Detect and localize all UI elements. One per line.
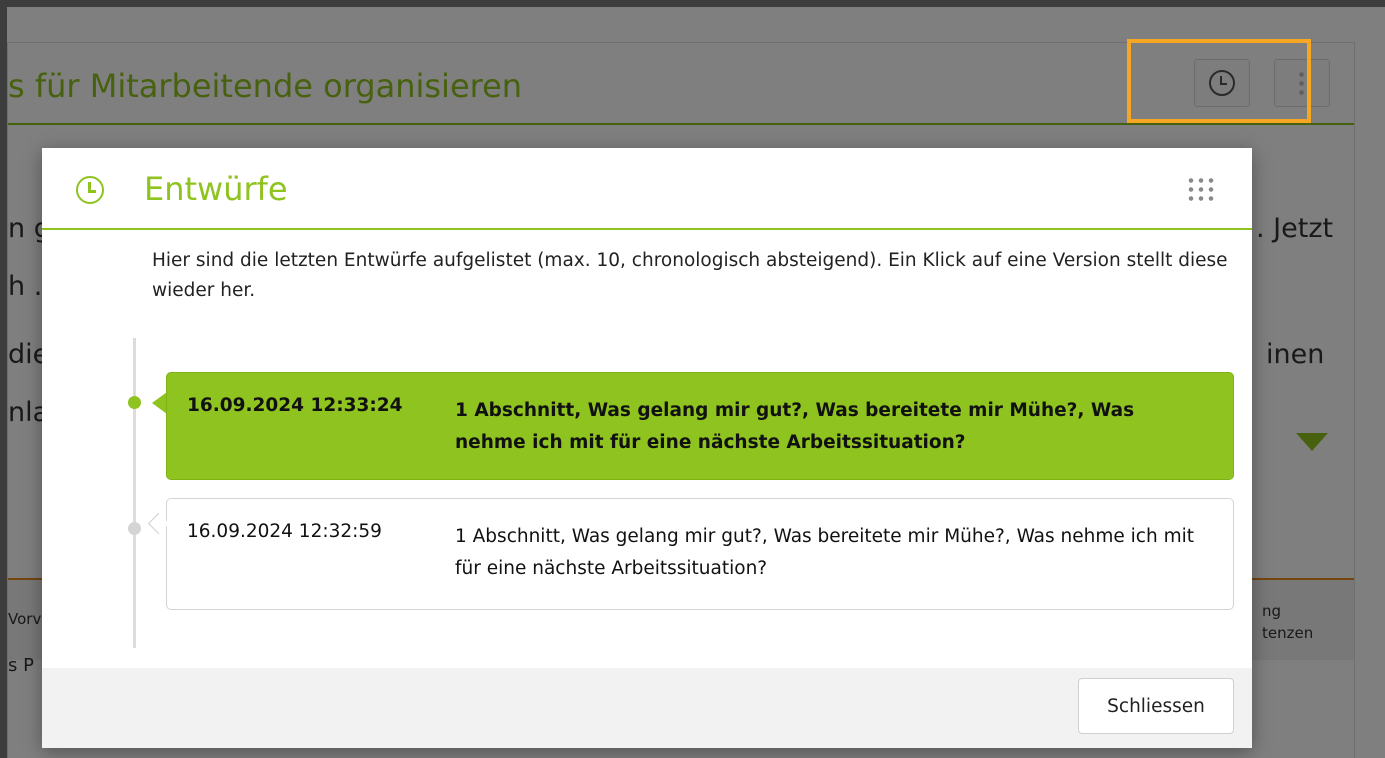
draft-entry[interactable]: 16.09.2024 12:32:59 1 Abschnitt, Was gel…	[166, 498, 1234, 610]
dialog-title: Entwürfe	[144, 170, 288, 208]
drafts-dialog: Entwürfe Hier sind die letzten Entwürfe …	[42, 148, 1252, 748]
timeline-dot-active	[128, 396, 141, 409]
clock-icon	[76, 176, 104, 204]
dialog-description: Hier sind die letzten Entwürfe aufgelist…	[152, 250, 1228, 301]
dialog-footer: Schliessen	[42, 668, 1252, 748]
draft-summary: 1 Abschnitt, Was gelang mir gut?, Was be…	[455, 400, 1135, 453]
dialog-header: Entwürfe	[42, 148, 1252, 230]
timeline-pointer	[152, 392, 167, 414]
draft-entry-selected[interactable]: 16.09.2024 12:33:24 1 Abschnitt, Was gel…	[166, 372, 1234, 480]
draft-summary: 1 Abschnitt, Was gelang mir gut?, Was be…	[455, 526, 1194, 579]
highlight-frame	[1127, 39, 1311, 123]
draft-date: 16.09.2024 12:33:24	[187, 395, 403, 416]
timeline-dot	[128, 522, 141, 535]
grid-icon[interactable]	[1186, 176, 1216, 204]
timeline-line	[133, 338, 136, 648]
draft-date: 16.09.2024 12:32:59	[187, 521, 382, 542]
close-button[interactable]: Schliessen	[1078, 678, 1234, 734]
